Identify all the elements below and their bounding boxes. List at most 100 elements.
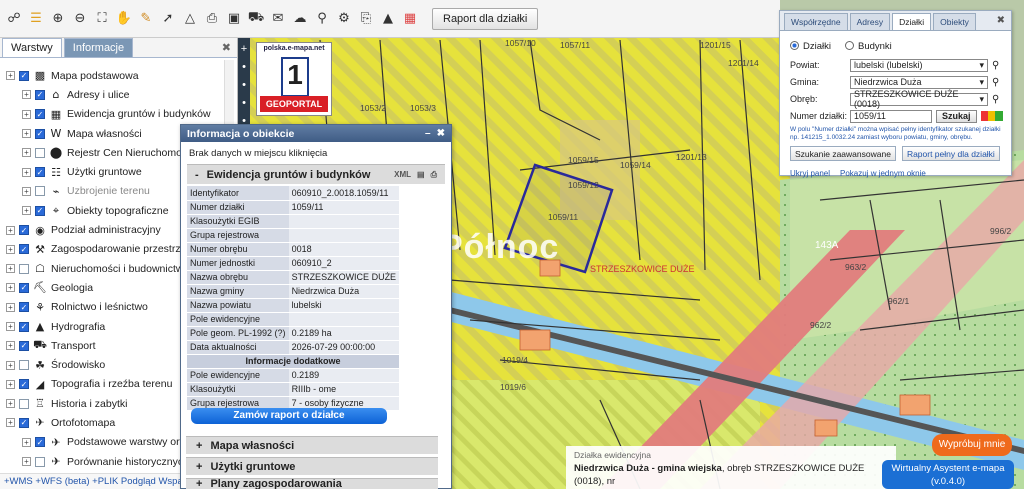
cloud-icon[interactable]: ☁ (290, 9, 310, 29)
full-report-button[interactable]: Raport pełny dla działki (901, 146, 1000, 161)
county-select[interactable]: lubelski (lubelski) ▾ (850, 58, 988, 72)
print-icon[interactable]: ⎙ (431, 170, 437, 180)
radio-buildings[interactable]: Budynki (844, 41, 892, 52)
search-button[interactable]: Szukaj (936, 109, 977, 123)
print-icon[interactable]: ⎙ (202, 9, 222, 29)
layer-checkbox[interactable]: ✓ (19, 244, 29, 255)
precinct-select[interactable]: STRZESZKOWICE DUŻE (0018) ▾ (850, 89, 988, 109)
expand-toggle-icon[interactable]: + (6, 283, 15, 293)
search-icon[interactable]: ⚲ (992, 94, 999, 105)
full-extent-icon[interactable]: ⛶ (92, 9, 112, 29)
try-me-button[interactable]: Wypróbuj mnie (932, 434, 1012, 456)
expand-toggle-icon[interactable]: + (22, 186, 31, 196)
email-icon[interactable]: ✉ (268, 9, 288, 29)
layer-checkbox[interactable]: ✓ (19, 225, 29, 236)
zoom-out-icon[interactable]: ⊖ (70, 9, 90, 29)
section-land-use[interactable]: + Użytki gruntowe (186, 457, 438, 475)
layer-checkbox[interactable]: ✓ (35, 205, 45, 216)
geoportal-logo[interactable]: polska.e-mapa.net 1 GEOPORTAL (256, 42, 332, 116)
search-icon[interactable]: ⚲ (992, 77, 999, 88)
layer-checkbox[interactable]: ✓ (35, 437, 45, 448)
search-map-icon[interactable]: ⚲ (312, 9, 332, 29)
close-icon[interactable]: ✖ (437, 128, 445, 139)
print-area-icon[interactable]: ⎘ (356, 9, 376, 29)
layer-checkbox[interactable] (19, 360, 29, 371)
expand-toggle-icon[interactable]: + (6, 341, 15, 351)
expand-toggle-icon[interactable]: + (22, 457, 31, 467)
layer-row[interactable]: + ✓ ⌂ Adresy i ulice (0, 85, 237, 104)
settings-icon[interactable]: ⚙ (334, 9, 354, 29)
section-egib-header[interactable]: - Ewidencja gruntów i budynków XML ▤ ⎙ (187, 164, 445, 184)
layer-checkbox[interactable]: ✓ (35, 109, 45, 120)
tab-coordinates[interactable]: Współrzędne (784, 13, 848, 30)
measure-area-icon[interactable]: △ (180, 9, 200, 29)
layer-checkbox[interactable]: ✓ (19, 302, 29, 313)
layer-checkbox[interactable]: ✓ (19, 417, 29, 428)
layer-checkbox[interactable]: ✓ (19, 282, 29, 293)
globe-icon[interactable]: ☍ (4, 9, 24, 29)
minimize-icon[interactable]: – (425, 128, 431, 139)
layer-checkbox[interactable]: ✓ (19, 321, 29, 332)
close-icon[interactable]: ✖ (997, 15, 1005, 26)
expand-toggle-icon[interactable]: + (6, 379, 15, 389)
section-ownership[interactable]: + Mapa własności (186, 436, 438, 454)
measure-distance-icon[interactable]: ➚ (158, 9, 178, 29)
layer-checkbox[interactable]: ✓ (35, 167, 45, 178)
expand-toggle-icon[interactable]: + (6, 418, 15, 428)
tab-info[interactable]: Informacje (63, 38, 134, 57)
layer-checkbox[interactable] (19, 398, 29, 409)
tab-layers[interactable]: Warstwy (2, 38, 62, 57)
search-icon[interactable]: ⚲ (992, 60, 999, 71)
layer-checkbox[interactable] (19, 263, 29, 274)
layer-checkbox[interactable]: ✓ (19, 70, 29, 81)
tab-objects[interactable]: Obiekty (933, 13, 976, 30)
commune-select[interactable]: Niedrzwica Duża ▾ (850, 75, 988, 89)
vehicle-icon[interactable]: ⛟ (246, 9, 266, 29)
expand-toggle-icon[interactable]: + (6, 244, 15, 254)
tab-addresses[interactable]: Adresy (849, 13, 891, 30)
cone-icon[interactable]: ▲ (378, 9, 398, 29)
expand-toggle-icon[interactable]: + (6, 264, 15, 274)
zoom-in-icon[interactable]: ⊕ (48, 9, 68, 29)
section-zoning-plans[interactable]: + Plany zagospodarowania (186, 478, 438, 489)
expand-toggle-icon[interactable]: + (6, 225, 15, 235)
layer-checkbox[interactable] (35, 147, 45, 158)
expand-toggle-icon[interactable]: + (6, 71, 15, 81)
color-picker-icon[interactable] (980, 111, 1003, 121)
zoom-in-plus-icon[interactable]: + (241, 43, 247, 55)
layer-row[interactable]: + ✓ ▦ Ewidencja gruntów i budynków (0, 105, 237, 124)
close-icon[interactable]: ✖ (222, 41, 231, 54)
document-icon[interactable]: ▤ (417, 170, 425, 180)
expand-toggle-icon[interactable]: + (6, 360, 15, 370)
report-for-parcel-button[interactable]: Raport dla działki (432, 7, 539, 30)
expand-toggle-icon[interactable]: + (22, 167, 31, 177)
layer-checkbox[interactable]: ✓ (35, 89, 45, 100)
expand-toggle-icon[interactable]: + (22, 437, 31, 447)
expand-toggle-icon[interactable]: + (6, 322, 15, 331)
order-report-button[interactable]: Zamów raport o działce (191, 408, 387, 424)
radio-parcels[interactable]: Działki (790, 41, 831, 52)
expand-toggle-icon[interactable]: + (22, 90, 31, 100)
layer-checkbox[interactable]: ✓ (35, 128, 45, 139)
virtual-assistant-button[interactable]: Wirtualny Asystent e-mapa (v.0.4.0) (882, 460, 1014, 489)
layer-checkbox[interactable]: ✓ (19, 379, 29, 390)
palette-icon[interactable]: ▦ (400, 9, 420, 29)
expand-toggle-icon[interactable]: + (22, 206, 31, 216)
hide-panel-link[interactable]: Ukryj panel (790, 169, 830, 178)
expand-toggle-icon[interactable]: + (22, 129, 31, 139)
layer-checkbox[interactable]: ✓ (19, 340, 29, 351)
save-map-icon[interactable]: ▣ (224, 9, 244, 29)
single-window-link[interactable]: Pokazuj w jednym oknie (840, 169, 926, 178)
expand-toggle-icon[interactable]: + (22, 109, 31, 119)
parcel-number-input[interactable]: 1059/11 (850, 109, 932, 123)
advanced-search-button[interactable]: Szukanie zaawansowane (790, 146, 896, 161)
edit-icon[interactable]: ✎ (136, 9, 156, 29)
tab-parcels[interactable]: Działki (892, 13, 932, 30)
expand-toggle-icon[interactable]: + (22, 148, 31, 158)
layer-row[interactable]: + ✓ ▩ Mapa podstawowa (0, 66, 237, 85)
expand-toggle-icon[interactable]: + (6, 302, 15, 312)
layer-checkbox[interactable] (35, 186, 45, 197)
xml-icon[interactable]: XML (394, 170, 411, 180)
layers-icon[interactable]: ☰ (26, 9, 46, 29)
layer-checkbox[interactable] (35, 456, 45, 467)
